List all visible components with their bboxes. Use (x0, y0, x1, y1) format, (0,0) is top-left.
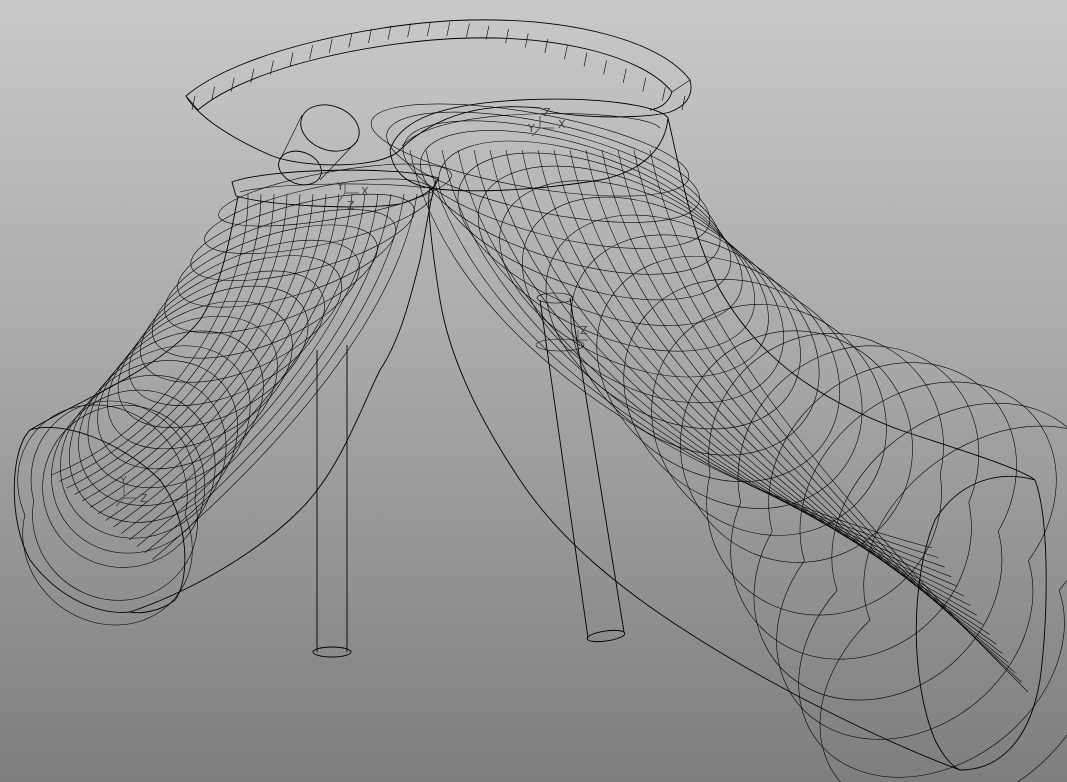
flange-tick (603, 60, 607, 75)
mesh-line (128, 193, 379, 541)
mesh-line (601, 149, 1009, 664)
cad-viewport[interactable]: Z Y X Y X Z Y Z Z (0, 0, 1067, 782)
mesh-line (121, 193, 366, 534)
flange-tick (544, 38, 549, 54)
flange-tick (387, 25, 392, 40)
flange-tick (328, 38, 333, 54)
mesh-ring (97, 392, 273, 470)
svg-text:Z: Z (140, 492, 148, 505)
flange-tick (309, 45, 313, 60)
mesh-ring (799, 381, 1057, 561)
mesh-line (89, 193, 314, 508)
flange-tick (564, 45, 568, 60)
flange-tick (446, 22, 451, 37)
mesh-ring (651, 419, 887, 536)
flange-tick (662, 86, 666, 101)
mesh-ring (128, 338, 314, 406)
mesh-ring (730, 502, 972, 660)
mesh-ring (117, 356, 299, 428)
left-bent-pipe (13, 163, 452, 626)
mesh-ring (492, 258, 755, 352)
mesh-line (425, 149, 939, 558)
triad-center: Z (577, 324, 588, 341)
flange-tick (642, 77, 647, 92)
right-pipe-mesh (370, 103, 1067, 782)
mesh-ring (798, 590, 1065, 778)
mesh-ring (168, 239, 360, 300)
svg-text:X: X (361, 185, 369, 198)
mesh-ring (545, 214, 795, 323)
mesh-line (113, 193, 353, 528)
triad-left-pipe: Y Z (115, 474, 148, 507)
mesh-ring (819, 619, 1067, 782)
mesh-ring (863, 425, 1067, 621)
mesh-line (585, 149, 1003, 654)
flange-tick (407, 23, 411, 38)
triad-top-right: Z Y X (527, 106, 566, 137)
right-bent-pipe (370, 98, 1067, 782)
mesh-ring (510, 278, 769, 378)
flange-tick (622, 68, 627, 83)
mesh-line (553, 149, 990, 635)
mesh-ring (213, 193, 415, 238)
flange-tick (524, 33, 529, 48)
mesh-line (569, 149, 997, 645)
mesh-ring (102, 315, 278, 393)
flange-tick (289, 52, 294, 67)
mesh-line (82, 193, 301, 502)
mesh-ring (413, 166, 700, 223)
left-pipe-mesh (17, 163, 452, 626)
svg-text:Z: Z (543, 106, 551, 119)
svg-text:Y: Y (527, 122, 535, 135)
flange-tick (230, 77, 235, 92)
mesh-ring (370, 103, 661, 151)
mesh-ring (706, 474, 942, 616)
flange-tick (368, 28, 372, 44)
mesh-ring (457, 152, 726, 240)
top-flange (185, 19, 692, 166)
mesh-line (144, 193, 405, 554)
mesh-ring (177, 258, 376, 308)
left-rod (312, 345, 352, 658)
wireframe-model[interactable]: Z Y X Y X Z Y Z Z (0, 0, 1067, 782)
mesh-ring (51, 389, 216, 472)
mesh-ring (78, 425, 248, 506)
mesh-line (633, 149, 1022, 683)
mesh-ring (831, 402, 1067, 591)
svg-text:Z: Z (347, 199, 355, 212)
flange-tick (583, 52, 588, 67)
mesh-ring (474, 239, 743, 326)
mesh-ring (386, 111, 673, 168)
svg-text:Y: Y (336, 180, 344, 193)
mesh-line (66, 193, 275, 489)
svg-text:Z: Z (580, 324, 588, 337)
flange-tick (250, 68, 255, 83)
mesh-ring (570, 234, 816, 346)
mesh-line (489, 149, 965, 597)
mesh-ring (776, 560, 1034, 740)
mesh-line (617, 149, 1016, 674)
svg-text:X: X (558, 118, 566, 131)
mesh-ring (708, 333, 944, 475)
small-cylinder (278, 104, 360, 186)
mesh-line (521, 149, 977, 616)
flange-tick (426, 22, 431, 37)
flange-tick (505, 28, 509, 44)
flange-tick (348, 33, 353, 48)
svg-text:Y: Y (119, 474, 127, 487)
mesh-line (473, 149, 958, 587)
flange-tick (466, 23, 470, 38)
